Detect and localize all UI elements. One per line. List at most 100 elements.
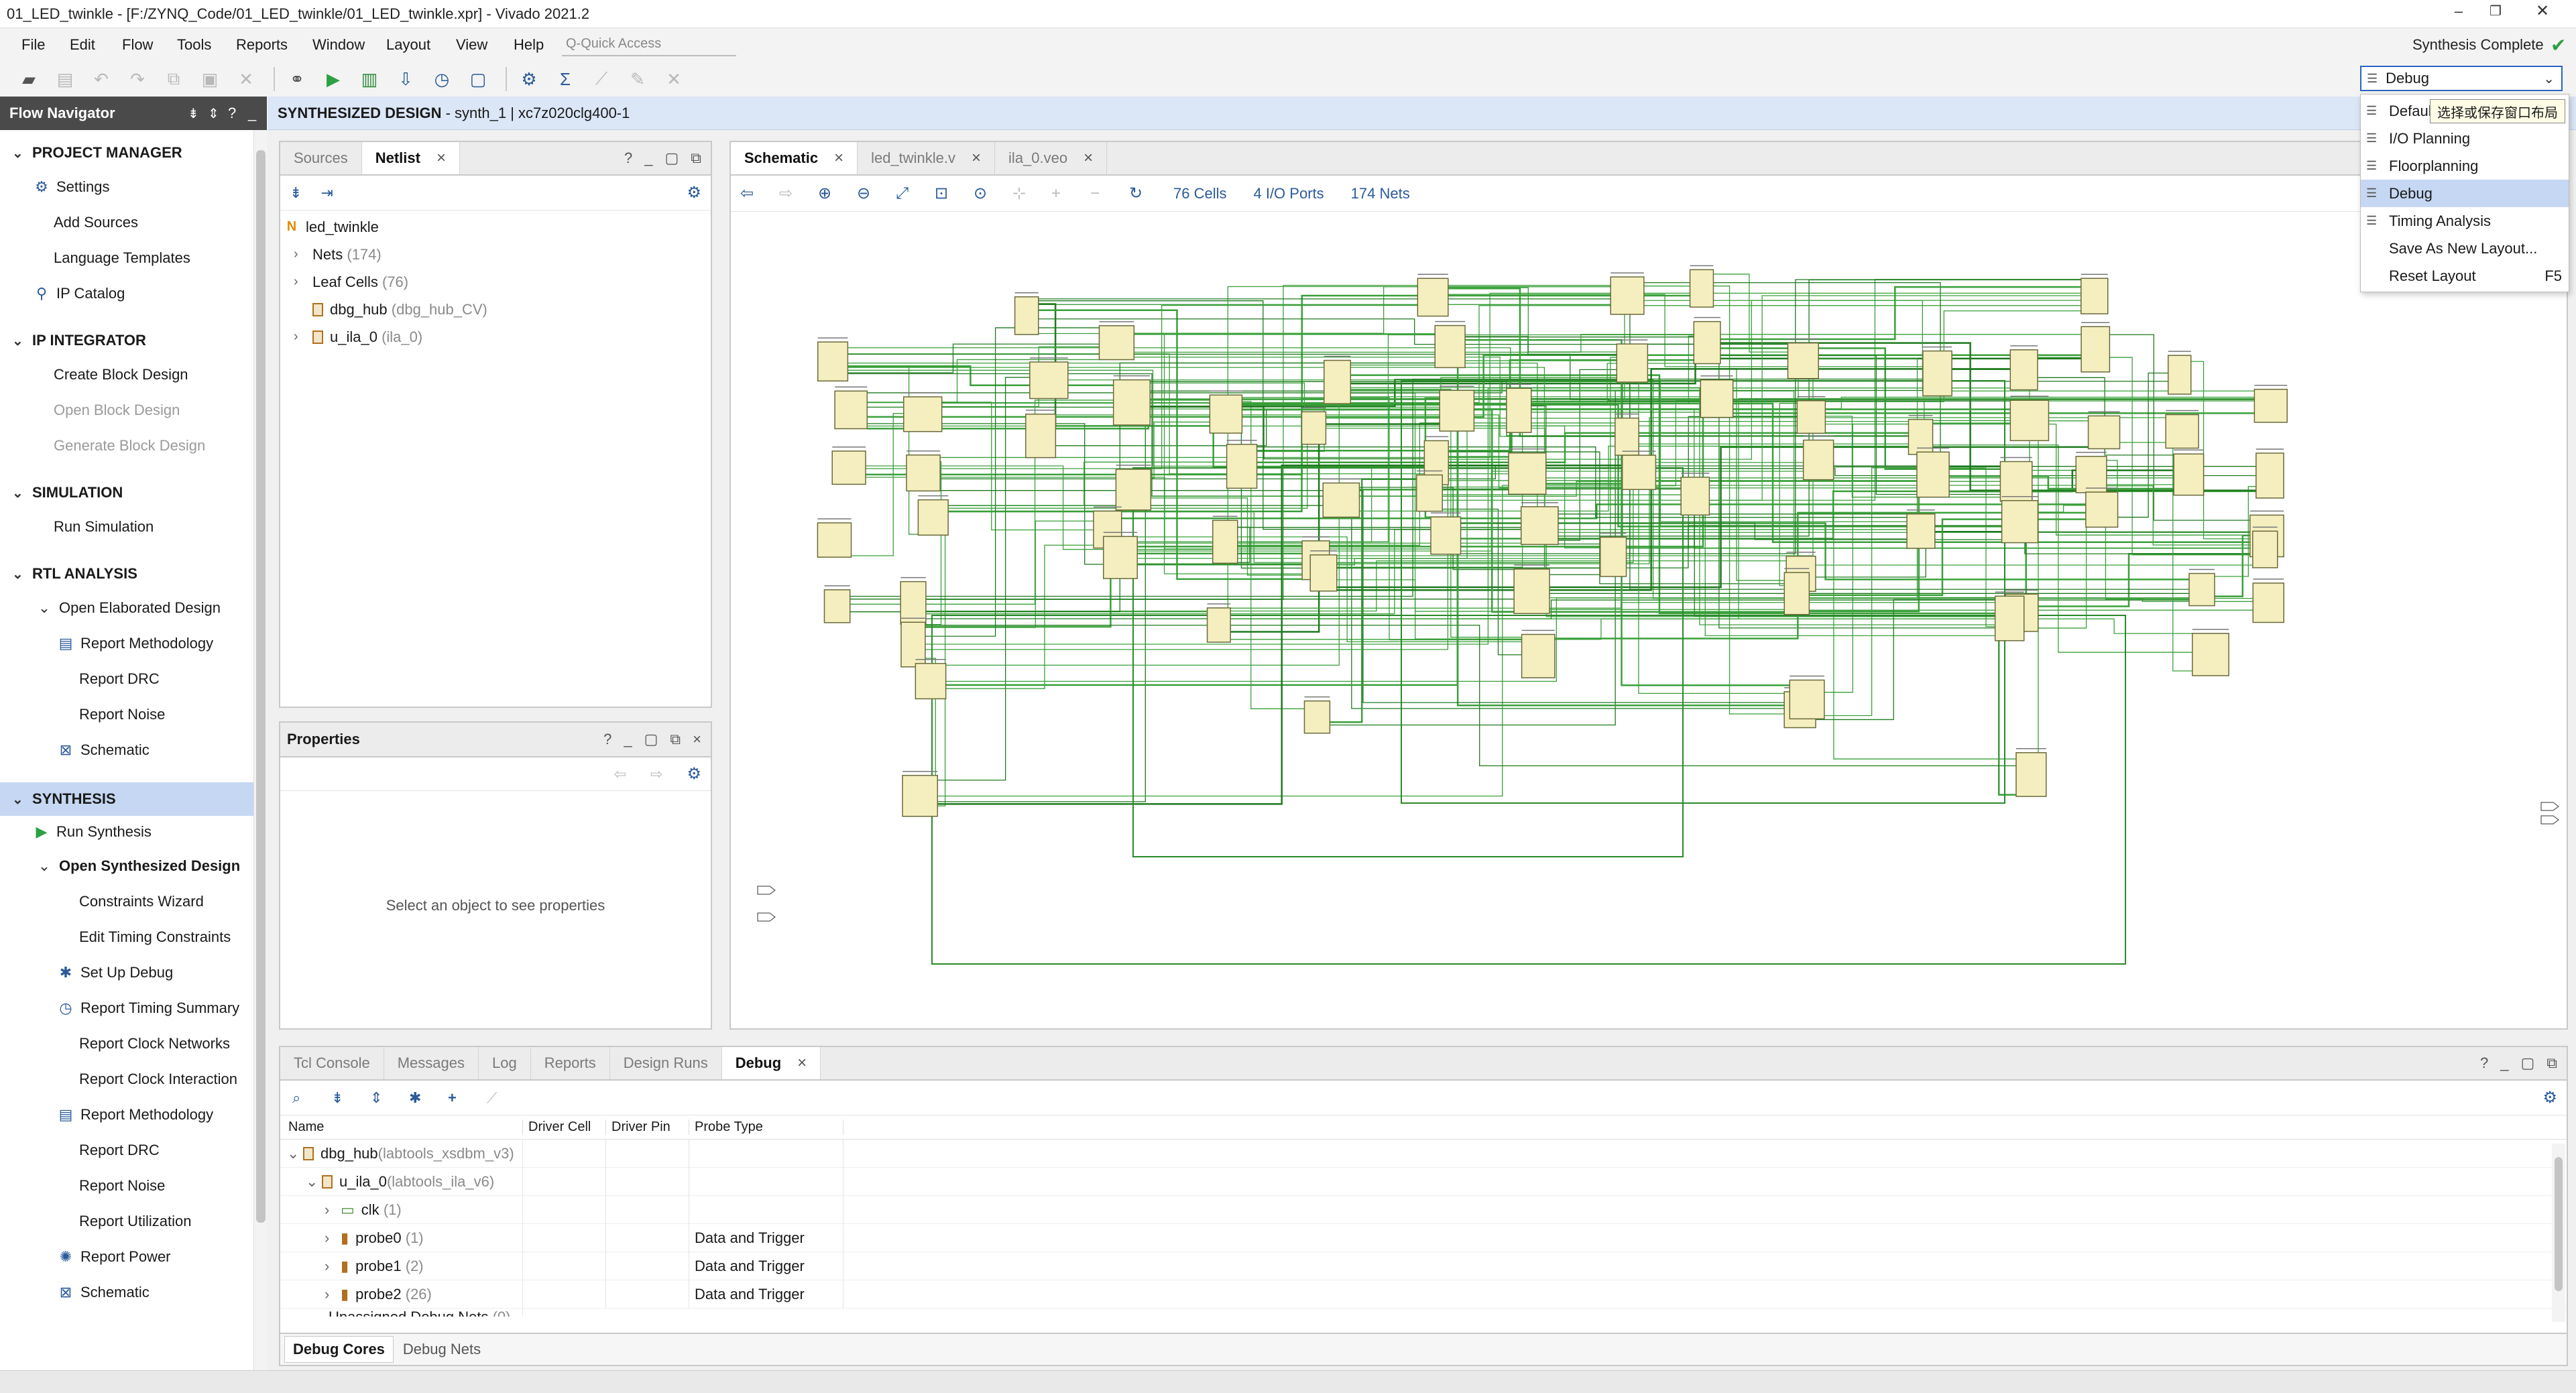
tree-row-u-ila-0[interactable]: › u_ila_0 (ila_0): [283, 323, 711, 351]
timer-icon[interactable]: ◷: [426, 64, 457, 95]
menu-window[interactable]: Window: [312, 36, 365, 54]
schematic-cell[interactable]: [1796, 400, 1826, 434]
io-port[interactable]: [2540, 815, 2559, 825]
schematic-cell[interactable]: [2001, 499, 2039, 544]
layout-option-reset[interactable]: Reset Layout F5: [2361, 262, 2569, 290]
undo-icon[interactable]: ↶: [86, 64, 117, 95]
schematic-cell[interactable]: [1506, 387, 1532, 433]
net-wire[interactable]: [1207, 618, 2038, 640]
section-rtl-analysis[interactable]: ⌄ RTL ANALYSIS: [0, 558, 253, 590]
io-port[interactable]: [2540, 802, 2559, 811]
close-icon[interactable]: ×: [693, 731, 701, 748]
menu-flow[interactable]: Flow: [122, 36, 153, 54]
schematic-cell[interactable]: [1615, 417, 1639, 456]
minimize-panel-icon[interactable]: _: [624, 731, 632, 748]
schematic-cell[interactable]: [834, 390, 868, 430]
schematic-cell[interactable]: [2009, 349, 2038, 391]
schematic-cell[interactable]: [1916, 451, 1950, 498]
minimize-panel-icon[interactable]: _: [644, 149, 652, 167]
section-ip-integrator[interactable]: ⌄ IP INTEGRATOR: [0, 324, 253, 357]
schematic-cell[interactable]: [2087, 415, 2121, 450]
schematic-cell[interactable]: [1415, 474, 1443, 512]
schematic-cell[interactable]: [1417, 278, 1449, 317]
schematic-cell[interactable]: [2081, 326, 2111, 373]
fn-generate-block-design[interactable]: Generate Block Design: [0, 428, 253, 463]
schematic-cell[interactable]: [1434, 324, 1466, 369]
tab-schematic[interactable]: Schematic ×: [731, 142, 858, 174]
menu-layout[interactable]: Layout: [386, 36, 430, 54]
tab-tcl-console[interactable]: Tcl Console: [280, 1047, 384, 1079]
schematic-cell[interactable]: [1922, 350, 1952, 397]
io-port[interactable]: [757, 912, 776, 922]
schematic-cell[interactable]: [2009, 400, 2050, 442]
expand-all-icon[interactable]: ⇕: [208, 105, 219, 122]
fn-rtl-report-drc[interactable]: Report DRC: [0, 661, 253, 696]
tree-row-dbg-hub[interactable]: dbg_hub (dbg_hub_CV): [283, 296, 711, 323]
schematic-cell[interactable]: [1513, 568, 1550, 614]
fn-settings[interactable]: ⚙ Settings: [0, 169, 253, 204]
close-button[interactable]: ✕: [2529, 1, 2556, 21]
schematic-cell[interactable]: [2256, 452, 2284, 499]
float-icon[interactable]: ⧉: [670, 731, 681, 748]
schematic-cell[interactable]: [1212, 520, 1238, 564]
tab-ila-0-veo[interactable]: ila_0.veo ×: [995, 142, 1108, 174]
schematic-canvas[interactable]: [731, 213, 2567, 1030]
schematic-cell[interactable]: [1616, 343, 1649, 383]
schematic-cell[interactable]: [1025, 414, 1057, 459]
tree-row-leaf-cells[interactable]: › Leaf Cells (76): [283, 268, 711, 296]
fn-report-power[interactable]: ✺ Report Power: [0, 1239, 253, 1274]
net-wire[interactable]: [2037, 357, 2253, 556]
net-wire[interactable]: [847, 365, 1114, 387]
io-port[interactable]: [757, 886, 776, 895]
schematic-cell[interactable]: [1430, 516, 1462, 555]
io-ports-count[interactable]: 4 I/O Ports: [1253, 185, 1324, 202]
tab-reports[interactable]: Reports: [531, 1047, 610, 1079]
layout-select[interactable]: ☰ Debug ⌄: [2360, 66, 2563, 91]
net-wire[interactable]: [1038, 318, 1788, 345]
section-synthesis[interactable]: ⌄ SYNTHESIS: [0, 782, 253, 816]
net-wire[interactable]: [2038, 505, 2086, 513]
refresh-icon[interactable]: ↻: [1129, 184, 1168, 203]
table-row[interactable]: › ▮ probe2 (26) Data and Trigger: [280, 1280, 2567, 1309]
schematic-cell[interactable]: [2075, 456, 2107, 493]
minimize-panel-icon[interactable]: _: [248, 105, 256, 122]
help-icon[interactable]: ?: [624, 149, 632, 167]
schematic-cell[interactable]: [1994, 595, 2025, 642]
tree-root[interactable]: Nled_twinkle: [283, 213, 711, 241]
fn-ip-catalog[interactable]: ⚲ IP Catalog: [0, 276, 253, 311]
fn-open-elaborated-design[interactable]: ⌄ Open Elaborated Design: [0, 590, 253, 625]
schematic-cell[interactable]: [1520, 506, 1559, 545]
fn-report-clock-networks[interactable]: Report Clock Networks: [0, 1026, 253, 1061]
schematic-cell[interactable]: [1324, 359, 1352, 404]
schematic-cell[interactable]: [1693, 320, 1721, 365]
schematic-cell[interactable]: [917, 499, 949, 536]
table-row[interactable]: › ▮ probe1 (2) Data and Trigger: [280, 1252, 2567, 1280]
schematic-cell[interactable]: [2015, 752, 2047, 797]
float-icon[interactable]: ⧉: [691, 149, 701, 167]
minimize-button[interactable]: –: [2445, 3, 2472, 23]
schematic-cell[interactable]: [1999, 461, 2033, 502]
table-row[interactable]: ⌄ dbg_hub (labtools_xsdbm_v3): [280, 1140, 2567, 1168]
tab-led-twinkle-v[interactable]: led_twinkle.v ×: [858, 142, 996, 174]
schematic-cell[interactable]: [1802, 439, 1834, 481]
restore-icon[interactable]: ▢: [644, 731, 658, 748]
paste-icon[interactable]: ▣: [194, 64, 225, 95]
tab-sources[interactable]: Sources: [280, 142, 362, 174]
menu-help[interactable]: Help: [514, 36, 544, 54]
close-icon[interactable]: ×: [797, 1054, 807, 1073]
net-wire[interactable]: [1816, 599, 2006, 721]
fn-set-up-debug[interactable]: ✱ Set Up Debug: [0, 955, 253, 990]
menu-edit[interactable]: Edit: [70, 36, 95, 54]
fn-syn-report-drc[interactable]: Report DRC: [0, 1132, 253, 1168]
table-row[interactable]: › ▮ probe0 (1) Data and Trigger: [280, 1223, 2567, 1252]
layout-option-save-as[interactable]: Save As New Layout...: [2361, 235, 2569, 262]
schematic-cell[interactable]: [823, 589, 851, 623]
debug-table-scrollbar[interactable]: [2552, 1144, 2565, 1322]
run-icon[interactable]: ▶: [318, 64, 349, 95]
program-device-icon[interactable]: ▥: [354, 64, 385, 95]
copy-icon[interactable]: ⧉: [158, 64, 189, 95]
zoom-area-icon[interactable]: ⊡: [935, 184, 974, 203]
remove-icon[interactable]: −: [1090, 184, 1129, 203]
net-wire[interactable]: [915, 544, 1122, 689]
schematic-cell[interactable]: [1102, 536, 1138, 579]
